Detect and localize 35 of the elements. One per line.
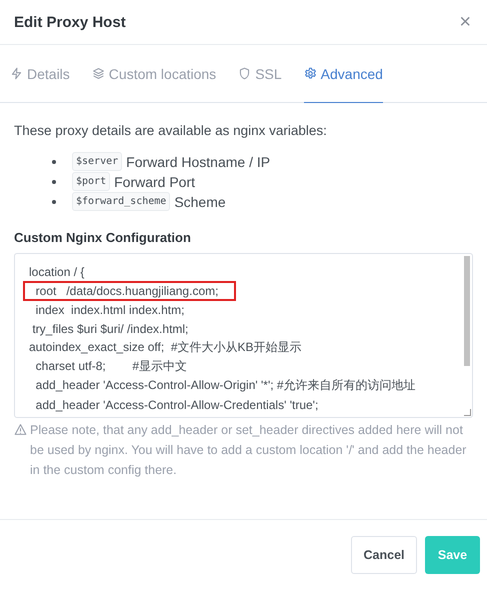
- dialog-title: Edit Proxy Host: [14, 14, 126, 30]
- tab[interactable]: SSL: [238, 45, 282, 103]
- code-line: charset utf-8; #显示中文: [34, 358, 188, 375]
- variable-code: $server: [72, 152, 122, 171]
- code-line: index index.html index.htm;: [34, 302, 186, 318]
- code-line: add_header 'Access-Control-Allow-Origin' '*'; #允许来自所有的访问地址: [34, 377, 417, 394]
- field-label: Custom Nginx Configuration: [14, 230, 192, 245]
- tab[interactable]: Details: [10, 45, 70, 103]
- warning-text: Please note, that any add_header or set_header directives added here will not be used by nginx. You will have to add a custom location '/' and add the header in the custom config there.: [30, 422, 468, 479]
- tab[interactable]: Advanced: [304, 45, 383, 103]
- resize-handle-icon[interactable]: [464, 409, 471, 416]
- close-button[interactable]: ×: [457, 12, 473, 32]
- config-editor[interactable]: [14, 253, 473, 418]
- bolt-icon: [10, 67, 23, 80]
- variable-description: Scheme: [174, 194, 226, 210]
- variable-description: Forward Port: [114, 174, 196, 190]
- variable-code: $port: [72, 172, 110, 191]
- tab[interactable]: Custom locations: [92, 45, 216, 103]
- warning-icon: [14, 423, 27, 436]
- bullet-icon: [52, 180, 56, 184]
- code-line: add_header 'Access-Control-Allow-Credentials' 'true';: [34, 396, 320, 414]
- variable-code: $forward_scheme: [72, 192, 170, 211]
- code-line: location / {: [28, 264, 86, 280]
- code-line: autoindex_exact_size off; #文件大小从KB开始显示: [28, 339, 303, 356]
- scrollbar[interactable]: [464, 256, 470, 366]
- settings-icon: [304, 67, 317, 80]
- shield-icon: [238, 67, 252, 80]
- variable-description: Forward Hostname / IP: [126, 154, 270, 170]
- bullet-icon: [52, 160, 56, 164]
- save-button[interactable]: Save: [425, 536, 480, 574]
- intro-text: These proxy details are available as nginx variables:: [14, 123, 328, 138]
- layers-icon: [92, 67, 105, 80]
- cancel-button[interactable]: Cancel: [351, 536, 417, 574]
- bullet-icon: [52, 200, 56, 204]
- code-line: try_files $uri $uri/ /index.html;: [31, 320, 190, 338]
